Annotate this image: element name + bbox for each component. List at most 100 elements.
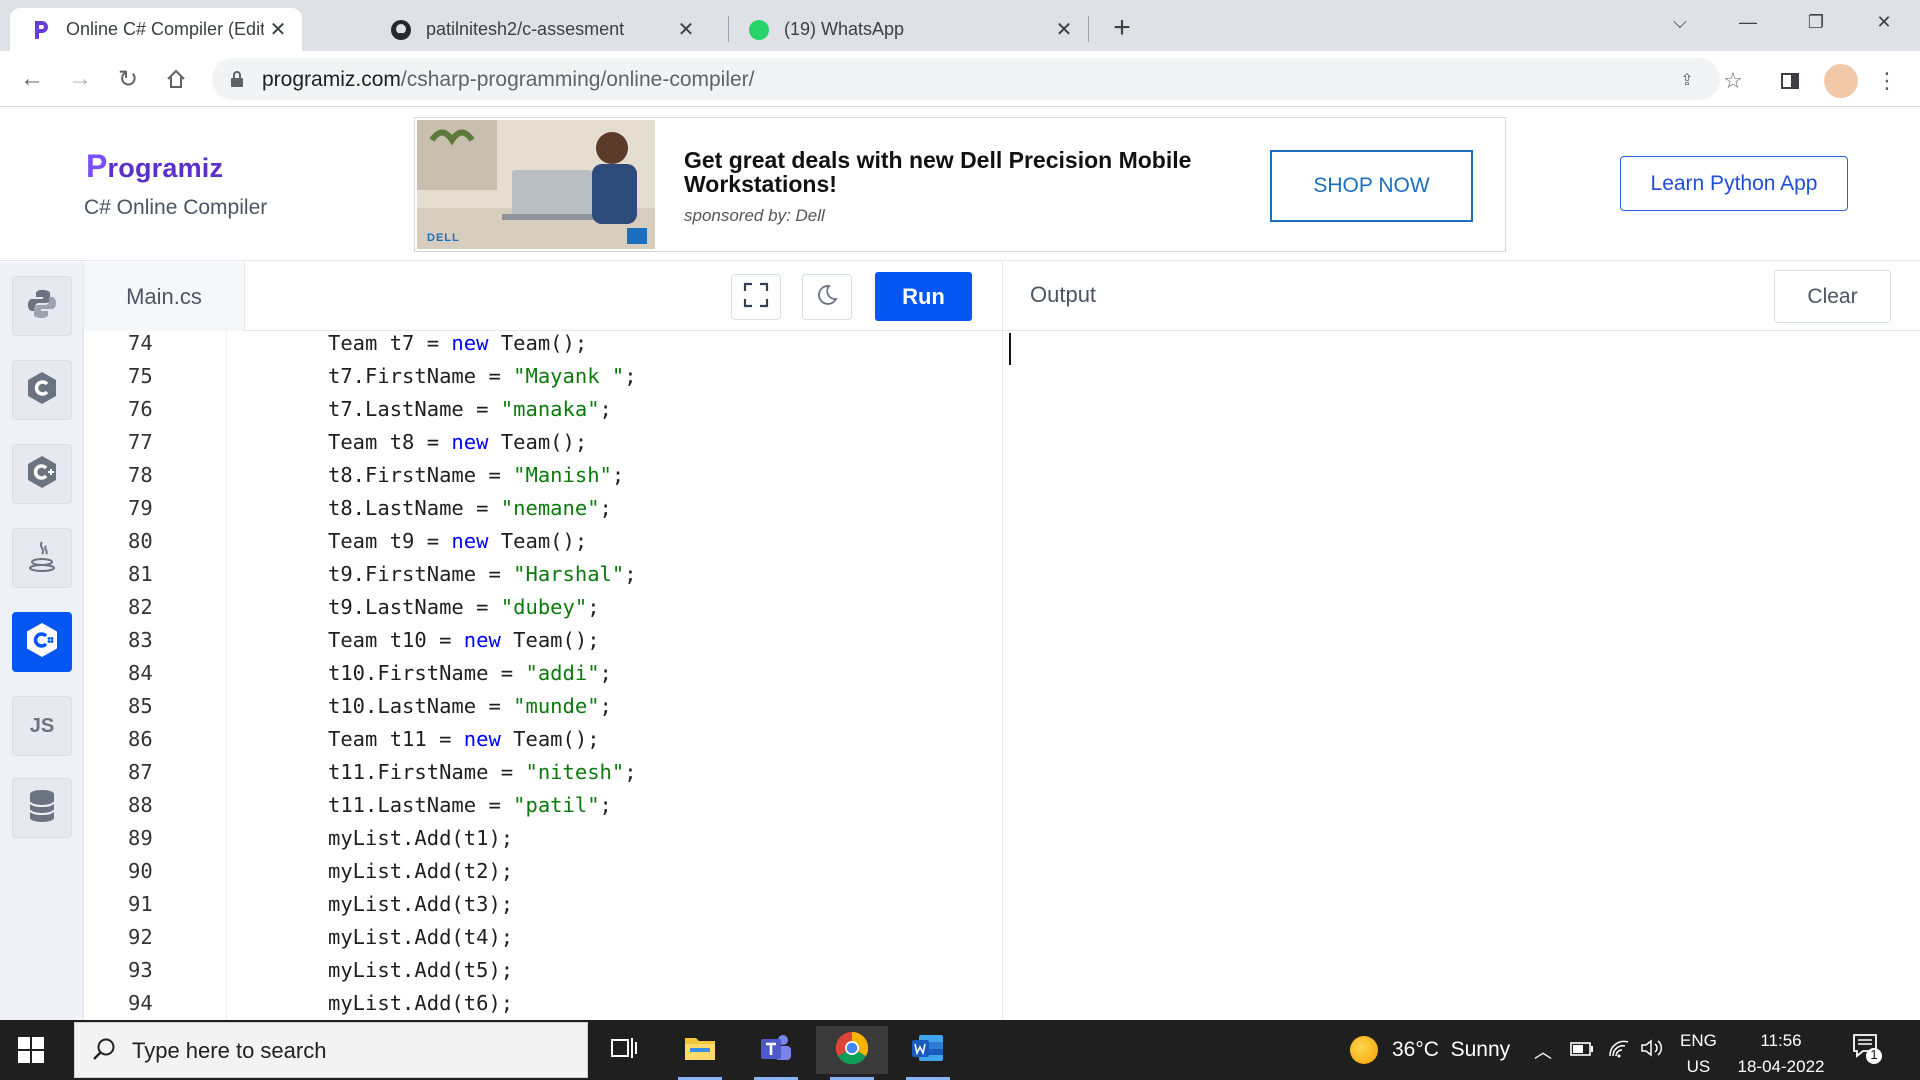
code-line[interactable]: 87 t11.FirstName = "nitesh"; <box>84 756 984 789</box>
code-line[interactable]: 89 myList.Add(t1); <box>84 822 984 855</box>
output-console[interactable] <box>1002 331 1920 1020</box>
code-line[interactable]: 91 myList.Add(t3); <box>84 888 984 921</box>
wifi-icon[interactable] <box>1608 1038 1630 1063</box>
ad-sponsor: sponsored by: Dell <box>684 206 825 225</box>
chevron-up-icon[interactable]: ︿ <box>1534 1038 1552 1064</box>
fullscreen-button[interactable] <box>731 274 781 320</box>
tab-title: (19) WhatsApp <box>784 19 905 39</box>
code-line[interactable]: 74 Team t7 = new Team(); <box>84 331 984 360</box>
volume-icon[interactable] <box>1640 1038 1664 1063</box>
python-button[interactable] <box>12 276 72 336</box>
profile-avatar[interactable] <box>1824 64 1858 98</box>
code-token: t7.FirstName = <box>328 364 514 388</box>
url-field[interactable]: programiz.com/csharp-programming/online-… <box>212 58 1720 100</box>
task-view-button[interactable] <box>588 1026 660 1074</box>
star-icon[interactable]: ☆ <box>1720 68 1746 94</box>
dell-ad-banner[interactable]: DELL Get great deals with new Dell Preci… <box>414 117 1506 252</box>
code-line[interactable]: 90 myList.Add(t2); <box>84 855 984 888</box>
code-line[interactable]: 92 myList.Add(t4); <box>84 921 984 954</box>
code-line[interactable]: 84 t10.FirstName = "addi"; <box>84 657 984 690</box>
file-tab-main[interactable]: Main.cs <box>84 262 245 331</box>
code-line[interactable]: 83 Team t10 = new Team(); <box>84 624 984 657</box>
c-button[interactable] <box>12 360 72 420</box>
line-number: 93 <box>128 958 153 982</box>
code-text: t11.LastName = "patil"; <box>328 789 612 822</box>
weather-widget[interactable]: 36°C Sunny <box>1350 1036 1510 1064</box>
battery-icon[interactable] <box>1570 1040 1594 1061</box>
cpp-icon <box>24 454 60 495</box>
menu-icon[interactable]: ⋮ <box>1874 68 1900 94</box>
line-number: 88 <box>128 793 153 817</box>
string-token: "Manish" <box>513 463 612 487</box>
learn-python-app-button[interactable]: Learn Python App <box>1620 156 1848 211</box>
teams-button[interactable] <box>740 1026 812 1080</box>
code-token: t11.FirstName = <box>328 760 526 784</box>
tab-github[interactable]: patilnitesh2/c-assesment ✕ <box>370 8 710 51</box>
restore-button[interactable]: ❐ <box>1782 0 1850 44</box>
code-line[interactable]: 94 myList.Add(t6); <box>84 987 984 1020</box>
code-line[interactable]: 80 Team t9 = new Team(); <box>84 525 984 558</box>
file-explorer-button[interactable] <box>664 1026 736 1080</box>
chrome-button[interactable] <box>816 1026 888 1080</box>
code-token: ; <box>611 463 625 487</box>
clear-button[interactable]: Clear <box>1774 270 1891 323</box>
clock-time: 11:56 <box>1760 1031 1802 1050</box>
sql-button[interactable] <box>12 778 72 838</box>
java-button[interactable] <box>12 528 72 588</box>
programiz-logo[interactable]: Programiz <box>86 148 223 185</box>
code-token: ; <box>599 793 612 817</box>
javascript-button[interactable]: JS <box>12 696 72 756</box>
word-button[interactable] <box>892 1026 964 1080</box>
code-text: myList.Add(t4); <box>328 921 513 954</box>
code-line[interactable]: 85 t10.LastName = "munde"; <box>84 690 984 723</box>
code-text: t9.LastName = "dubey"; <box>328 591 600 624</box>
start-button[interactable] <box>18 1037 44 1068</box>
minimize-button[interactable]: — <box>1714 0 1782 44</box>
code-line[interactable]: 88 t11.LastName = "patil"; <box>84 789 984 822</box>
tab-online-compiler[interactable]: Online C# Compiler (Editor) ✕ <box>10 8 302 51</box>
shop-now-button[interactable]: SHOP NOW <box>1270 150 1473 222</box>
code-line[interactable]: 77 Team t8 = new Team(); <box>84 426 984 459</box>
side-panel-icon[interactable] <box>1777 68 1803 94</box>
taskbar-search-input[interactable]: Type here to search <box>74 1022 588 1078</box>
forward-icon[interactable]: → <box>62 61 98 97</box>
code-token: myList.Add(t5); <box>328 958 514 982</box>
code-text: Team t7 = new Team(); <box>328 331 587 360</box>
home-icon[interactable] <box>158 61 194 97</box>
cpp-button[interactable] <box>12 444 72 504</box>
dark-mode-button[interactable] <box>802 274 852 320</box>
close-icon[interactable]: ✕ <box>672 16 700 44</box>
line-number: 90 <box>128 859 153 883</box>
system-clock[interactable]: 11:56 18-04-2022 <box>1737 1028 1825 1080</box>
close-icon[interactable]: ✕ <box>264 16 292 44</box>
programiz-icon <box>30 19 52 41</box>
tab-search-icon[interactable]: ⌵ <box>1646 0 1714 44</box>
close-window-button[interactable]: ✕ <box>1850 0 1918 44</box>
code-line[interactable]: 79 t8.LastName = "nemane"; <box>84 492 984 525</box>
code-line[interactable]: 86 Team t11 = new Team(); <box>84 723 984 756</box>
code-line[interactable]: 75 t7.FirstName = "Mayank "; <box>84 360 984 393</box>
code-text: t9.FirstName = "Harshal"; <box>328 558 637 591</box>
new-tab-button[interactable]: + <box>1104 10 1140 46</box>
csharp-icon <box>23 621 61 664</box>
code-line[interactable]: 78 t8.FirstName = "Manish"; <box>84 459 984 492</box>
csharp-button[interactable] <box>12 612 72 672</box>
close-icon[interactable]: ✕ <box>1050 16 1078 44</box>
code-line[interactable]: 81 t9.FirstName = "Harshal"; <box>84 558 984 591</box>
teams-icon <box>759 1033 793 1068</box>
ad-headline: Get great deals with new Dell Precision … <box>684 147 1192 197</box>
code-line[interactable]: 76 t7.LastName = "manaka"; <box>84 393 984 426</box>
reload-icon[interactable]: ↻ <box>110 61 146 97</box>
folder-icon <box>684 1034 716 1067</box>
share-icon[interactable]: ⇪ <box>1674 67 1700 93</box>
region-code: US <box>1686 1057 1711 1076</box>
code-editor[interactable]: 74 Team t7 = new Team(); 75 t7.FirstName = … <box>84 331 1002 1020</box>
code-line[interactable]: 82 t9.LastName = "dubey"; <box>84 591 984 624</box>
code-line[interactable]: 93 myList.Add(t5); <box>84 954 984 987</box>
dell-logo: DELL <box>427 232 460 244</box>
input-language[interactable]: ENG US <box>1680 1028 1717 1080</box>
tab-whatsapp[interactable]: (19) WhatsApp ✕ <box>728 8 1088 51</box>
notification-button[interactable]: 1 <box>1852 1032 1882 1071</box>
run-button[interactable]: Run <box>875 272 972 321</box>
back-icon[interactable]: ← <box>14 61 50 97</box>
